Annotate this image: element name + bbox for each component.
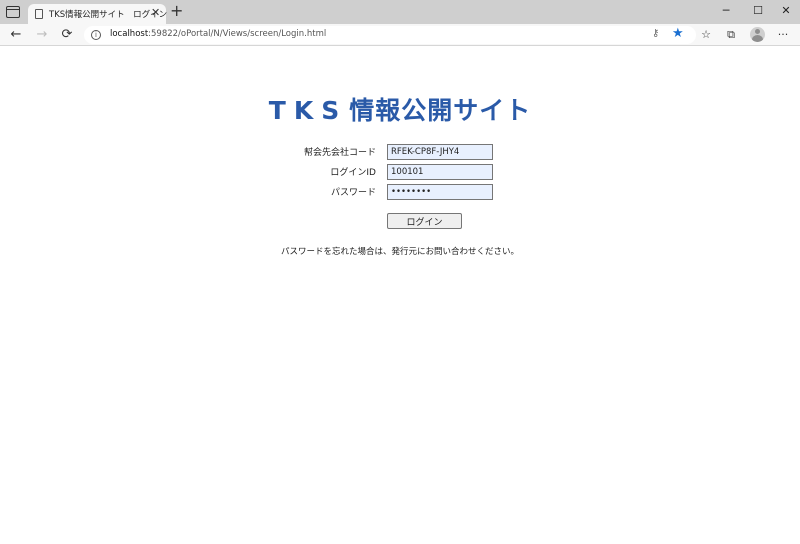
star-icon[interactable]: ★: [672, 26, 684, 41]
forward-icon[interactable]: →: [33, 26, 51, 44]
profile-avatar[interactable]: [750, 27, 765, 42]
page-icon: [35, 9, 43, 19]
password-row: パスワード: [0, 184, 800, 200]
login-id-label: ログインID: [330, 168, 376, 178]
company-code-label: 幇会先会社コード: [303, 148, 376, 158]
back-icon[interactable]: ←: [7, 26, 25, 44]
reload-icon[interactable]: ⟳: [58, 26, 76, 44]
tab-actions-icon[interactable]: [6, 6, 20, 18]
login-id-row: ログインID: [0, 164, 800, 180]
close-tab-icon[interactable]: ✕: [151, 6, 160, 20]
tab-login[interactable]: TKS情報公開サイト ログイン ✕: [28, 4, 168, 24]
browser-toolbar: ← → ⟳ i localhost:59822/oPortal/N/Views/…: [0, 24, 800, 46]
new-tab-icon[interactable]: +: [170, 3, 183, 19]
company-code-row: 幇会先会社コード: [0, 144, 800, 160]
info-icon[interactable]: i: [91, 30, 101, 40]
key-icon[interactable]: ⚷: [652, 28, 659, 39]
maximize-icon[interactable]: ☐: [744, 2, 772, 20]
company-code-input[interactable]: [387, 144, 493, 160]
url-text[interactable]: localhost:59822/oPortal/N/Views/screen/L…: [110, 29, 326, 39]
page-title: TKS情報公開サイト: [268, 96, 532, 125]
more-icon[interactable]: ···: [774, 26, 792, 44]
login-id-input[interactable]: [387, 164, 493, 180]
address-bar[interactable]: i localhost:59822/oPortal/N/Views/screen…: [84, 26, 696, 44]
password-label: パスワード: [330, 188, 376, 198]
password-input[interactable]: [387, 184, 493, 200]
minimize-icon[interactable]: ─: [712, 2, 740, 20]
collections-icon[interactable]: ⧉: [722, 26, 740, 44]
forgot-password-note: パスワードを忘れた場合は、発行元にお問い合わせください。: [280, 247, 519, 257]
page-content: TKS情報公開サイト 幇会先会社コード ログインID パスワード ログイン パス…: [0, 47, 800, 544]
window-close-icon[interactable]: ✕: [772, 2, 800, 20]
tab-title: TKS情報公開サイト ログイン: [49, 10, 168, 20]
tab-strip: TKS情報公開サイト ログイン ✕ + ─ ☐ ✕: [0, 0, 800, 24]
login-button[interactable]: ログイン: [387, 213, 462, 229]
favorites-icon[interactable]: ☆: [697, 26, 715, 44]
